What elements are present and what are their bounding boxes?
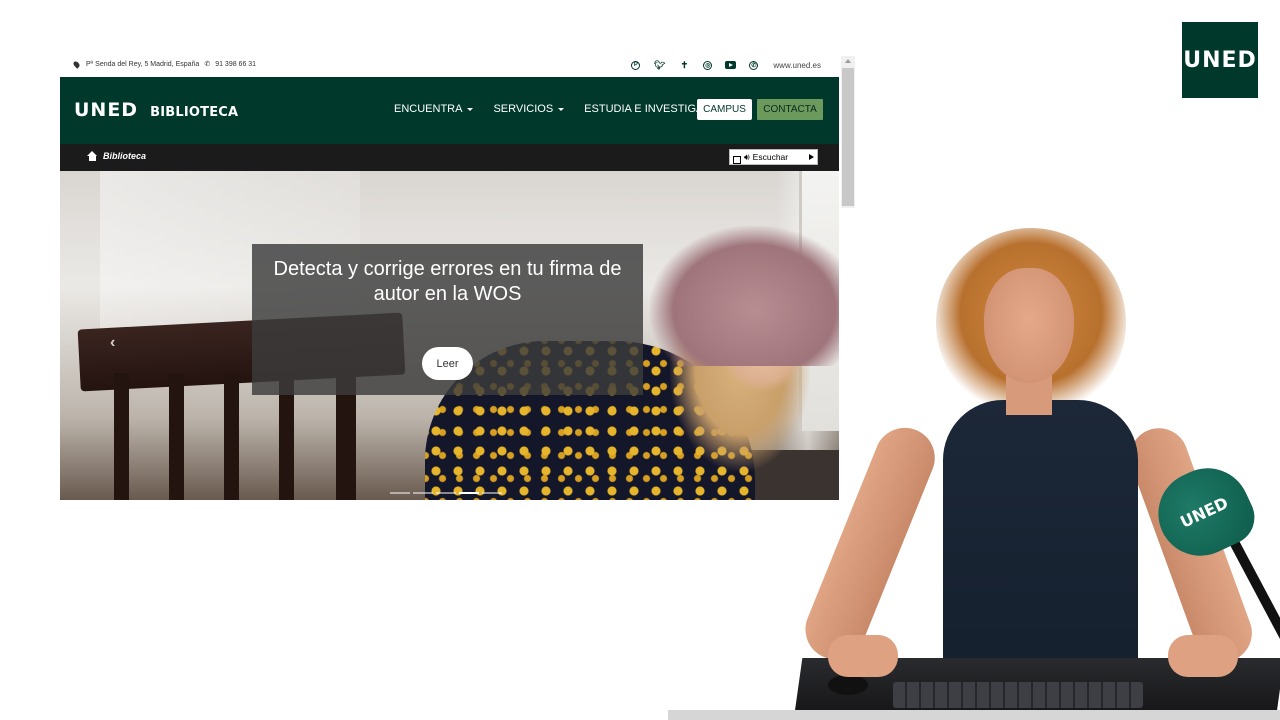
cross-icon[interactable]: ✝ xyxy=(678,59,690,71)
menu-item-servicios[interactable]: SERVICIOS xyxy=(493,103,565,115)
main-navbar: UNED BIBLIOTECA ENCUENTRA SERVICIOS ESTU… xyxy=(60,77,839,144)
play-icon xyxy=(809,154,814,160)
carousel-caption: Detecta y corrige errores en tu firma de… xyxy=(252,244,643,395)
campus-button[interactable]: CAMPUS xyxy=(697,99,752,120)
menu-item-label: SERVICIOS xyxy=(493,103,554,115)
breadcrumb-label: Biblioteca xyxy=(103,151,147,161)
address-text: Pº Senda del Rey, 5 Madrid, España xyxy=(86,60,200,68)
carousel-prev-icon[interactable]: ‹ xyxy=(110,334,115,352)
presenter-hand xyxy=(1168,635,1238,677)
pinterest-icon[interactable]: P xyxy=(631,60,641,70)
carousel-indicator[interactable] xyxy=(436,492,456,494)
carousel-indicator[interactable] xyxy=(482,492,502,494)
keyboard xyxy=(893,682,1143,708)
read-more-button[interactable]: Leer xyxy=(422,347,473,380)
social-links: P 🐦︎ ✝ ◎ ✆ www.uned.es xyxy=(631,59,821,71)
presenter-arm xyxy=(796,418,944,669)
video-frame: UNED Pº Senda del Rey, 5 Madrid, España … xyxy=(0,0,1280,720)
listen-button[interactable]: 🔊︎ Escuchar xyxy=(729,149,818,165)
presenter-video: UNED xyxy=(668,220,1280,720)
presenter-face xyxy=(984,268,1074,383)
computer-mouse xyxy=(828,675,868,695)
biblioteca-label: BIBLIOTECA xyxy=(150,105,239,120)
home-icon xyxy=(87,151,98,161)
breadcrumb-home[interactable]: Biblioteca xyxy=(87,151,146,161)
presenter-hand xyxy=(828,635,898,677)
carousel-indicators xyxy=(390,492,502,494)
carousel-indicator[interactable] xyxy=(413,492,433,494)
chair-slat xyxy=(114,373,129,500)
microphone-logo: UNED xyxy=(1177,492,1231,532)
floor-strip xyxy=(668,710,1280,720)
caret-down-icon xyxy=(467,107,474,111)
main-menu: ENCUENTRA SERVICIOS ESTUDIA E INVESTIGA xyxy=(394,103,715,115)
menu-item-label: ENCUENTRA xyxy=(394,103,463,115)
site-url-link[interactable]: www.uned.es xyxy=(773,61,821,70)
top-info-bar: Pº Senda del Rey, 5 Madrid, España ✆ 91 … xyxy=(60,56,839,77)
uned-logo-text: UNED xyxy=(1183,47,1257,73)
youtube-icon[interactable] xyxy=(725,61,737,69)
location-pin-icon xyxy=(72,59,81,69)
page-scrollbar[interactable] xyxy=(841,56,855,208)
presenter-torso xyxy=(943,400,1138,685)
chair-slat xyxy=(224,373,239,500)
speaker-icon: 🔊︎ xyxy=(744,151,750,162)
uned-logo: UNED xyxy=(74,99,139,121)
menu-item-label: ESTUDIA E INVESTIGA xyxy=(584,103,704,115)
listen-label: Escuchar xyxy=(752,152,789,162)
menu-item-encuentra[interactable]: ENCUENTRA xyxy=(394,103,474,115)
whatsapp-icon[interactable]: ✆ xyxy=(749,60,759,70)
scrollbar-thumb[interactable] xyxy=(842,68,854,206)
contacta-button[interactable]: CONTACTA xyxy=(757,99,823,120)
document-icon xyxy=(733,155,741,164)
uned-corner-logo: UNED xyxy=(1182,22,1258,98)
chair-slat xyxy=(169,373,184,500)
scroll-up-arrow-icon[interactable] xyxy=(845,59,851,63)
carousel-indicator[interactable] xyxy=(390,492,410,494)
twitter-icon[interactable]: 🐦︎ xyxy=(653,59,665,71)
menu-item-estudia-investiga[interactable]: ESTUDIA E INVESTIGA xyxy=(584,103,715,115)
site-brand[interactable]: UNED BIBLIOTECA xyxy=(74,99,238,121)
carousel-indicator-active[interactable] xyxy=(459,492,479,494)
caret-down-icon xyxy=(558,107,565,111)
instagram-icon[interactable]: ◎ xyxy=(703,60,713,70)
carousel-title: Detecta y corrige errores en tu firma de… xyxy=(273,258,622,305)
contact-info: Pº Senda del Rey, 5 Madrid, España ✆ 91 … xyxy=(72,59,257,69)
phone-icon: ✆ xyxy=(204,61,211,68)
breadcrumb: Biblioteca 🔊︎ Escuchar xyxy=(60,144,839,171)
phone-text: 91 398 66 31 xyxy=(215,60,257,68)
